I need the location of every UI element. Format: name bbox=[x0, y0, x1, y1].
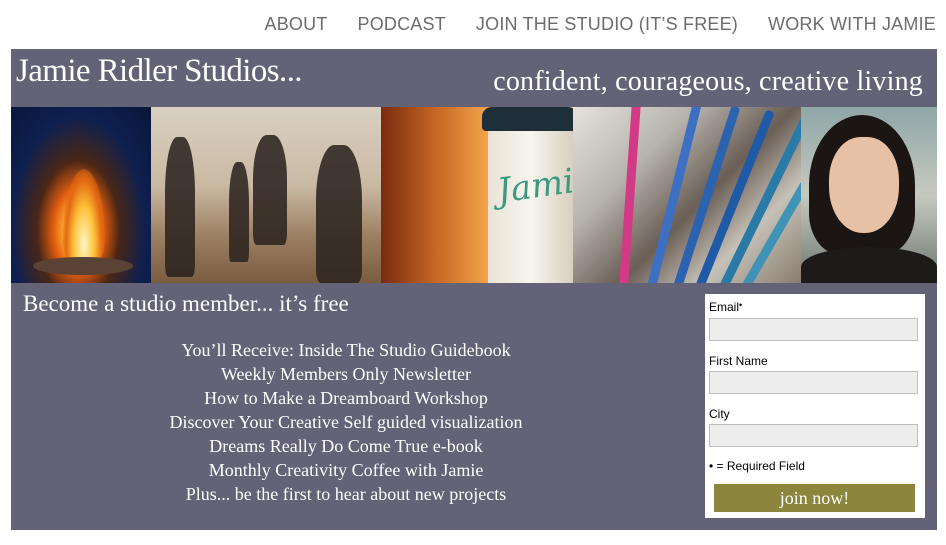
coffee-cup-photo: Jamie bbox=[381, 107, 573, 283]
jamie-portrait-photo bbox=[801, 107, 937, 283]
benefit-item: How to Make a Dreamboard Workshop bbox=[204, 388, 488, 408]
first-name-field[interactable] bbox=[709, 371, 918, 394]
benefit-item: Dreams Really Do Come True e-book bbox=[209, 436, 483, 456]
required-mark: • bbox=[739, 300, 743, 310]
photo-strip: Jamie bbox=[11, 107, 937, 283]
portrait-body bbox=[801, 247, 937, 283]
dancer-figure bbox=[253, 135, 287, 245]
fire-pit bbox=[33, 257, 133, 275]
email-field[interactable] bbox=[709, 318, 918, 341]
coffee-cup-lid bbox=[482, 107, 573, 131]
marker-pen bbox=[647, 107, 702, 283]
nav-podcast-link[interactable]: PODCAST bbox=[358, 14, 446, 35]
top-navigation: ABOUT PODCAST JOIN THE STUDIO (IT’S FREE… bbox=[264, 14, 936, 35]
dancer-figure bbox=[316, 145, 362, 283]
dancers-photo bbox=[151, 107, 381, 283]
email-label-text: Email bbox=[709, 300, 740, 314]
portrait-face bbox=[829, 137, 899, 233]
benefit-item: You’ll Receive: Inside The Studio Guideb… bbox=[181, 340, 511, 360]
markers-collage-photo bbox=[573, 107, 801, 283]
marker-pen bbox=[619, 107, 642, 283]
dancer-figure bbox=[165, 137, 195, 277]
site-title: Jamie Ridler Studios... bbox=[16, 53, 303, 89]
first-name-label: First Name bbox=[709, 354, 768, 368]
membership-heading: Become a studio member... it’s free bbox=[23, 291, 349, 316]
benefit-item: Plus... be the first to hear about new p… bbox=[185, 484, 507, 504]
dancer-figure bbox=[229, 162, 249, 262]
benefit-item: Discover Your Creative Self guided visua… bbox=[169, 412, 523, 432]
join-now-button[interactable]: join now! bbox=[714, 484, 915, 512]
email-label: Email• bbox=[709, 300, 742, 314]
benefit-item: Weekly Members Only Newsletter bbox=[221, 364, 471, 384]
nav-join-studio-link[interactable]: JOIN THE STUDIO (IT’S FREE) bbox=[476, 14, 738, 35]
nav-work-with-jamie-link[interactable]: WORK WITH JAMIE bbox=[768, 14, 936, 35]
campfire-photo bbox=[11, 107, 151, 283]
main-banner-panel: Jamie Ridler Studios... confident, coura… bbox=[11, 49, 937, 530]
benefits-list: You’ll Receive: Inside The Studio Guideb… bbox=[121, 338, 571, 506]
city-label: City bbox=[709, 407, 730, 421]
nav-about-link[interactable]: ABOUT bbox=[264, 14, 327, 35]
benefit-item: Monthly Creativity Coffee with Jamie bbox=[208, 460, 484, 480]
required-field-note: • = Required Field bbox=[709, 459, 805, 473]
city-field[interactable] bbox=[709, 424, 918, 447]
fire-flame bbox=[63, 169, 105, 269]
signup-form: Email• First Name City • = Required Fiel… bbox=[705, 294, 925, 518]
site-tagline: confident, courageous, creative living bbox=[493, 66, 923, 97]
